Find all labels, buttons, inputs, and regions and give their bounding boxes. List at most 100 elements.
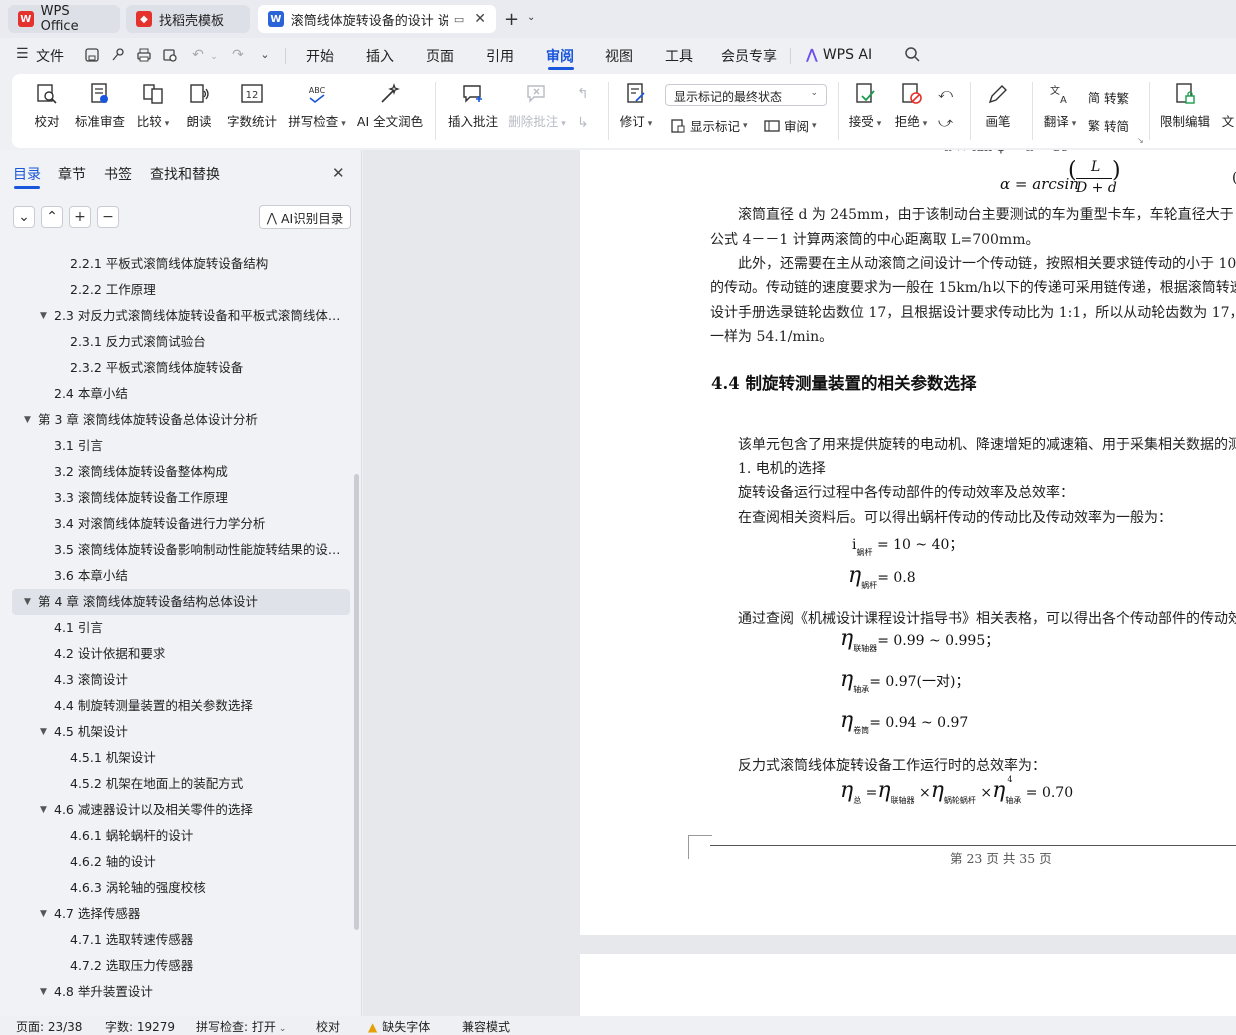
to-traditional-button[interactable]: 简 转繁 [1088, 88, 1129, 107]
more-chevron-icon[interactable]: ⌄ [257, 47, 273, 63]
menu-file[interactable]: 文件 [36, 46, 64, 66]
toc-item[interactable]: 4.6.2 轴的设计 [70, 849, 345, 875]
pen-button[interactable]: 画笔 [984, 82, 1012, 130]
search-icon[interactable] [904, 46, 920, 66]
toc-item[interactable]: 4.5 机架设计 [54, 719, 345, 745]
translate-button[interactable]: 文A 翻译 ▾ [1042, 82, 1078, 130]
toc-item[interactable]: 3.1 引言 [54, 433, 345, 459]
undo-icon[interactable]: ↶ [190, 47, 206, 63]
spell-check-button[interactable]: ABC 拼写检查 ▾ [288, 82, 346, 130]
expand-toggle-icon[interactable]: ▼ [40, 909, 47, 919]
delete-comment-button[interactable]: 删除批注 ▾ [506, 82, 568, 130]
tab-bookmarks[interactable]: 书签 [104, 164, 132, 184]
tab-wps-office[interactable]: W WPS Office [8, 4, 120, 34]
wps-ai-button[interactable]: ⋀ WPS AI [806, 47, 872, 63]
toc-item[interactable]: 4.4 制旋转测量装置的相关参数选择 [54, 693, 345, 719]
read-aloud-button[interactable]: 朗读 [186, 82, 212, 130]
menu-start[interactable]: 开始 [306, 46, 334, 66]
toc-item[interactable]: 3.6 本章小结 [54, 563, 345, 589]
toc-item[interactable]: 4.7.2 选取压力传感器 [70, 953, 345, 979]
markup-state-select[interactable]: 显示标记的最终状态 ⌄ [665, 84, 827, 106]
word-count-button[interactable]: 12 字数统计 [227, 82, 277, 130]
toc-item[interactable]: 2.4 本章小结 [54, 381, 345, 407]
menu-insert[interactable]: 插入 [366, 46, 394, 66]
toc-item[interactable]: 3.5 滚筒线体旋转设备影响制动性能旋转结果的设计 … [54, 537, 345, 563]
restrict-edit-button[interactable]: 限制编辑 [1160, 82, 1210, 130]
share-icon[interactable] [110, 47, 126, 63]
toc-item[interactable]: 4.7.1 选取转速传感器 [70, 927, 345, 953]
expand-toggle-icon[interactable]: ▼ [40, 311, 47, 321]
add-heading-button[interactable]: + [69, 206, 91, 228]
toc-item[interactable]: 2.3.2 平板式滚筒线体旋转设备 [70, 355, 345, 381]
toc-item[interactable]: 3.2 滚筒线体旋转设备整体构成 [54, 459, 345, 485]
tab-document[interactable]: W 滚筒线体旋转设备的设计 说明 ▭ ✕ [258, 5, 496, 33]
toc-item[interactable]: 4.6.3 涡轮轴的强度校核 [70, 875, 345, 901]
save-icon[interactable] [84, 47, 100, 63]
missing-font-status[interactable]: ▲ 缺失字体 [368, 1018, 430, 1035]
menu-reference[interactable]: 引用 [486, 46, 514, 66]
expand-toggle-icon[interactable]: ▼ [24, 415, 31, 425]
proofread-button[interactable]: 校对 [34, 82, 60, 130]
collapse-all-button[interactable]: ⌄ [13, 206, 35, 228]
expand-up-button[interactable]: ⌃ [41, 206, 63, 228]
review-pane-button[interactable]: 审阅 ▾ [764, 116, 817, 135]
menu-member[interactable]: 会员专享 [721, 46, 777, 66]
toc-item[interactable]: 3.4 对滚筒线体旋转设备进行力学分析 [54, 511, 345, 537]
insert-comment-button[interactable]: 插入批注 [446, 82, 500, 130]
redo-icon[interactable]: ↷ [230, 47, 246, 63]
toc-item[interactable]: 2.3.1 反力式滚筒试验台 [70, 329, 345, 355]
expand-toggle-icon[interactable]: ▼ [24, 597, 31, 607]
spell-check-status[interactable]: 拼写检查: 打开 ⌄ [196, 1018, 286, 1035]
reject-button[interactable]: 拒绝 ▾ [892, 82, 930, 130]
word-count[interactable]: 字数: 19279 [105, 1018, 175, 1035]
expand-toggle-icon[interactable]: ▼ [40, 987, 47, 997]
accept-button[interactable]: 接受 ▾ [846, 82, 884, 130]
undo-chevron-icon[interactable]: ⌄ [206, 49, 222, 65]
tab-list-chevron-icon[interactable]: ⌄ [527, 12, 535, 23]
sidebar-scrollbar[interactable] [354, 474, 359, 930]
page-indicator[interactable]: 页面: 23/38 [16, 1018, 82, 1035]
tab-toc[interactable]: 目录 [13, 164, 41, 184]
document-compare-button[interactable]: 文 [1220, 82, 1236, 130]
new-tab-icon[interactable]: + [504, 9, 519, 30]
next-comment-icon[interactable]: ↳ [577, 115, 589, 131]
toc-item[interactable]: 4.3 滚筒设计 [54, 667, 345, 693]
tab-sections[interactable]: 章节 [58, 164, 86, 184]
toc-item[interactable]: 4.8 举升装置设计 [54, 979, 345, 1005]
standard-review-button[interactable]: 标准审查 [75, 82, 125, 130]
menu-review[interactable]: 审阅 [546, 46, 574, 66]
to-simplified-button[interactable]: 繁 转简 [1088, 116, 1129, 135]
toc-item[interactable]: 2.3 对反力式滚筒线体旋转设备和平板式滚筒线体旋… [54, 303, 345, 329]
menu-tools[interactable]: 工具 [665, 46, 693, 66]
ai-detect-toc-button[interactable]: ⋀ AI识别目录 [259, 205, 351, 229]
print-preview-icon[interactable] [162, 47, 178, 63]
track-changes-button[interactable]: 修订 ▾ [618, 82, 654, 130]
expand-toggle-icon[interactable]: ▼ [40, 805, 47, 815]
proofread-status[interactable]: 校对 [316, 1018, 340, 1035]
menu-page[interactable]: 页面 [426, 46, 454, 66]
toc-item[interactable]: 4.1 引言 [54, 615, 345, 641]
ai-polish-button[interactable]: AI 全文润色 [356, 82, 424, 130]
toc-item[interactable]: 第 4 章 滚筒线体旋转设备结构总体设计 [12, 589, 350, 615]
tab-find-replace[interactable]: 查找和替换 [150, 164, 220, 184]
print-icon[interactable] [136, 47, 152, 63]
toc-item[interactable]: 3.3 滚筒线体旋转设备工作原理 [54, 485, 345, 511]
hamburger-icon[interactable]: ☰ [16, 46, 29, 62]
toc-item[interactable]: 2.2.1 平板式滚筒线体旋转设备结构 [70, 251, 345, 277]
close-pane-icon[interactable]: ✕ [332, 164, 345, 182]
menu-view[interactable]: 视图 [605, 46, 633, 66]
previous-comment-icon[interactable]: ↰ [577, 86, 589, 102]
toc-item[interactable]: 4.5.2 机架在地面上的装配方式 [70, 771, 345, 797]
toc-item[interactable]: 第 3 章 滚筒线体旋转设备总体设计分析 [38, 407, 345, 433]
tab-docer-templates[interactable]: ◆ 找稻壳模板 [126, 5, 250, 33]
toc-item[interactable]: 4.6 减速器设计以及相关零件的选择 [54, 797, 345, 823]
remove-heading-button[interactable]: − [97, 206, 119, 228]
close-tab-icon[interactable]: ✕ [474, 11, 486, 27]
monitor-icon[interactable]: ▭ [454, 13, 464, 26]
toc-item[interactable]: 4.2 设计依据和要求 [54, 641, 345, 667]
show-markup-button[interactable]: 显示标记 ▾ [670, 116, 748, 135]
toc-item[interactable]: 4.6.1 蜗轮蜗杆的设计 [70, 823, 345, 849]
compare-button[interactable]: 比较 ▾ [135, 82, 171, 130]
next-change-icon[interactable]: ⤻ [938, 115, 953, 131]
dialog-launcher-icon[interactable]: ↘ [1137, 136, 1144, 145]
